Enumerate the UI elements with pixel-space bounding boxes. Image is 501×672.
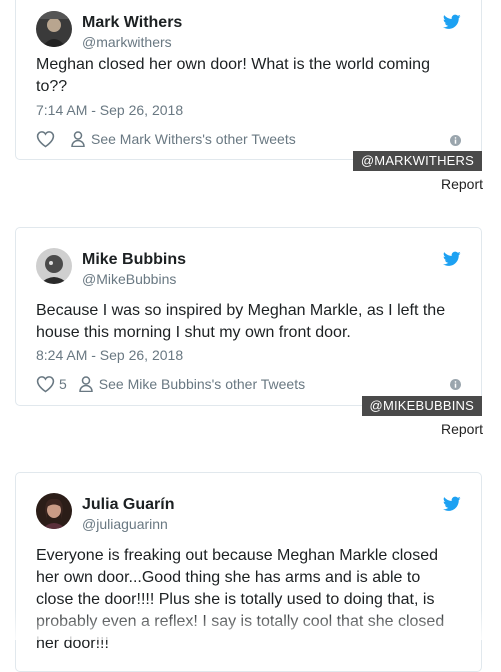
tweet-actions: 5 See Mike Bubbins's other Tweets [36, 373, 305, 395]
author-handle[interactable]: @markwithers [82, 34, 172, 50]
tweet-text: Because I was so inspired by Meghan Mark… [36, 302, 446, 341]
info-icon[interactable] [450, 379, 461, 390]
tweet-timestamp[interactable]: 7:14 AM - Sep 26, 2018 [36, 102, 183, 118]
author-name[interactable]: Mark Withers [82, 14, 182, 32]
person-icon [71, 131, 85, 147]
credit-badge: @MIKEBUBBINS [361, 396, 482, 416]
twitter-bird-icon[interactable] [443, 14, 461, 30]
tweet-timestamp[interactable]: 8:24 AM - Sep 26, 2018 [36, 347, 183, 363]
report-link[interactable]: Report [441, 176, 483, 192]
avatar-photo [36, 11, 72, 47]
avatar-photo [36, 493, 72, 529]
tweet-card-mark-withers: Mark Withers @markwithers Meghan closed … [15, 0, 482, 160]
twitter-bird-icon[interactable] [443, 251, 461, 267]
twitter-bird-icon[interactable] [443, 496, 461, 512]
heart-icon[interactable] [36, 130, 55, 148]
heart-icon[interactable] [36, 375, 55, 393]
person-icon [79, 376, 93, 392]
tweet-text: Meghan closed her own door! What is the … [36, 56, 430, 95]
avatar[interactable] [36, 248, 72, 284]
tweet-actions: See Mark Withers's other Tweets [36, 128, 296, 150]
credit-badge: @MARKWITHERS [352, 151, 482, 171]
other-tweets-link[interactable]: See Mark Withers's other Tweets [91, 131, 296, 147]
avatar[interactable] [36, 493, 72, 529]
report-link[interactable]: Report [441, 421, 483, 437]
bottom-fade [0, 610, 501, 640]
info-icon[interactable] [450, 135, 461, 146]
author-handle[interactable]: @juliaguarinn [82, 516, 168, 532]
avatar-photo [36, 248, 72, 284]
tweet-card-julia-guarin: Julia Guarín @juliaguarinn Everyone is f… [15, 472, 482, 672]
like-count: 5 [59, 376, 67, 392]
author-handle[interactable]: @MikeBubbins [82, 271, 176, 287]
author-name[interactable]: Mike Bubbins [82, 251, 186, 269]
tweet-card-mike-bubbins: Mike Bubbins @MikeBubbins Because I was … [15, 227, 482, 406]
avatar[interactable] [36, 11, 72, 47]
other-tweets-link[interactable]: See Mike Bubbins's other Tweets [99, 376, 305, 392]
author-name[interactable]: Julia Guarín [82, 496, 174, 514]
